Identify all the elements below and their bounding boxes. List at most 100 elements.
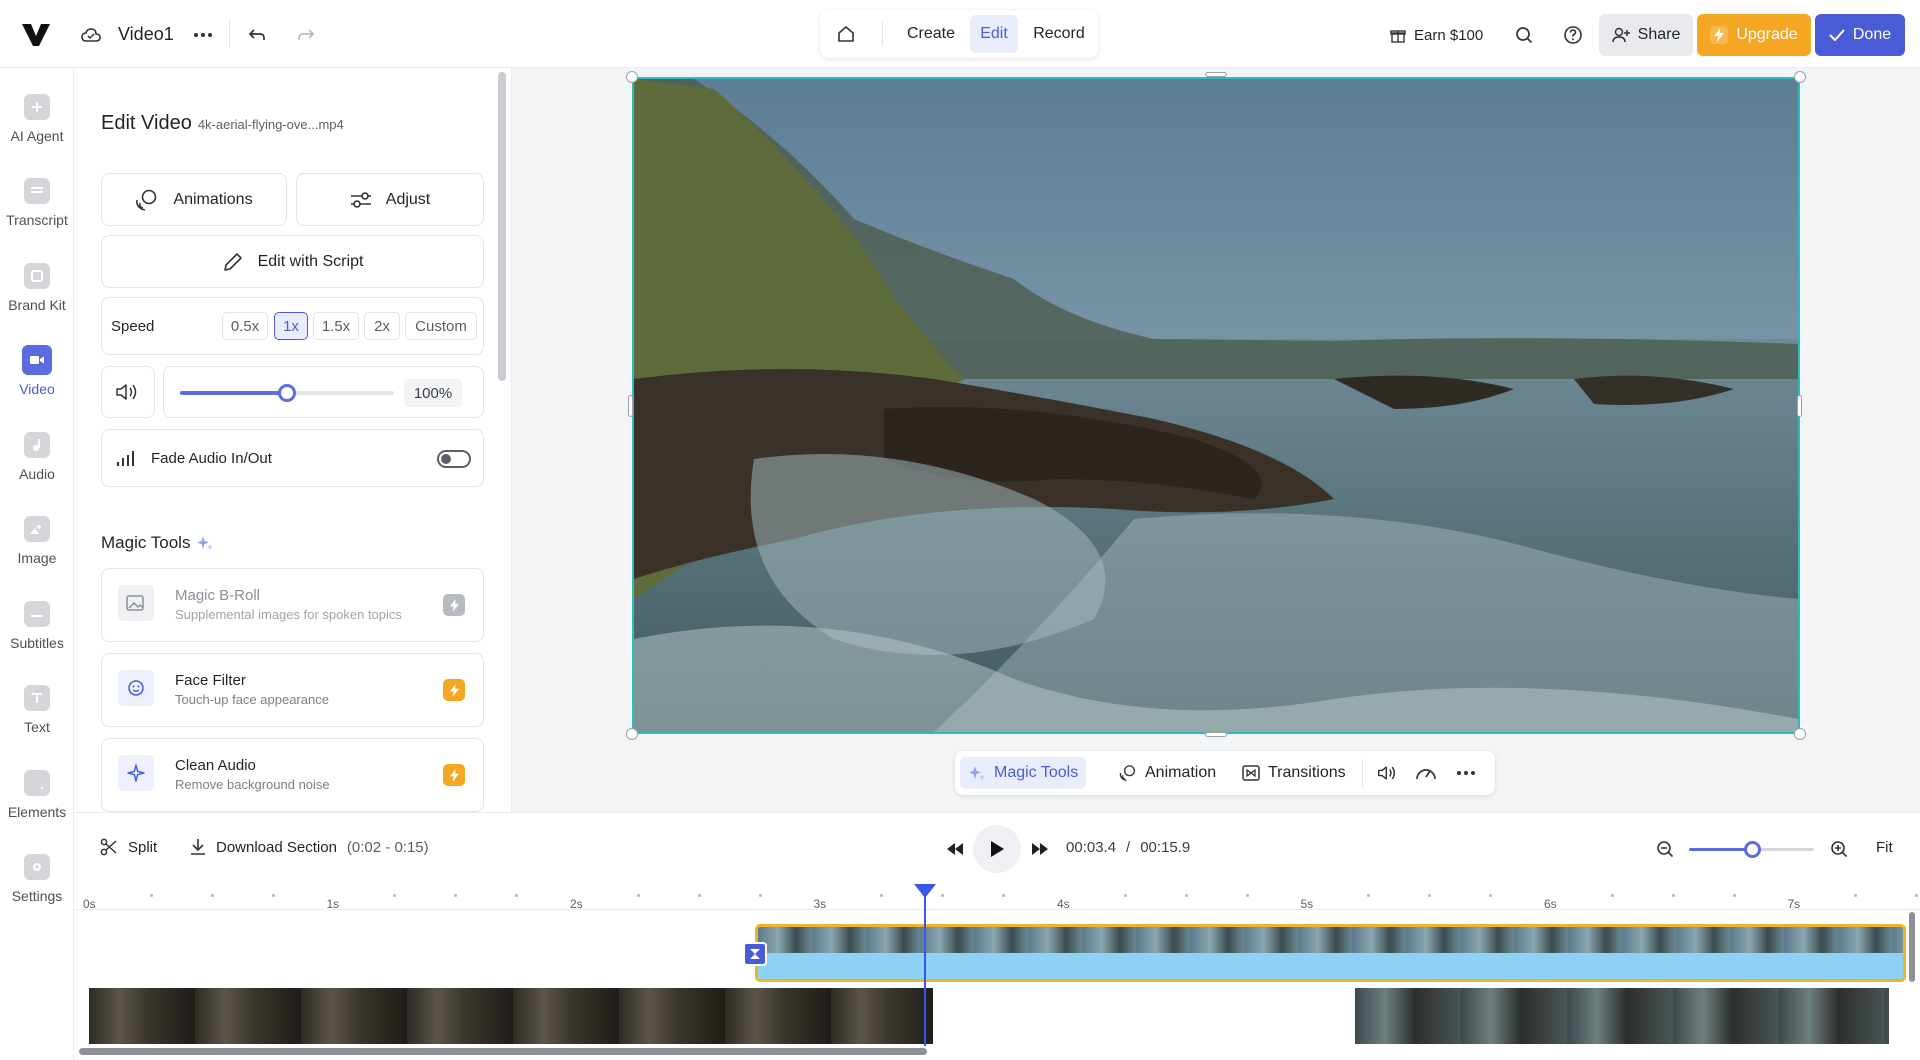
project-title[interactable]: Video1 <box>118 24 174 45</box>
gear-icon <box>24 854 50 880</box>
upgrade-button[interactable]: Upgrade <box>1697 14 1811 56</box>
ruler-tick <box>1184 894 1188 897</box>
playhead-handle[interactable] <box>914 884 936 898</box>
speed-label: Speed <box>111 318 155 335</box>
zoom-in-icon[interactable] <box>1828 838 1850 860</box>
rail-item-subtitles[interactable]: Subtitles <box>0 587 74 671</box>
rail-label: Image <box>17 550 57 566</box>
more-options-icon[interactable] <box>1449 757 1483 789</box>
zoom-out-icon[interactable] <box>1654 838 1676 860</box>
resize-handle-tl[interactable] <box>626 71 638 83</box>
video-clip-1[interactable] <box>89 988 933 1044</box>
animation-icon <box>1119 765 1136 782</box>
speed-option-2x[interactable]: 2x <box>364 312 400 340</box>
magic-tools-heading: Magic Tools <box>101 533 214 553</box>
resize-handle-tr[interactable] <box>1794 71 1806 83</box>
transition-marker-icon[interactable] <box>743 942 767 966</box>
volume-value[interactable]: 100% <box>404 379 462 407</box>
speed-option-custom[interactable]: Custom <box>405 312 477 340</box>
panel-scrollbar[interactable] <box>498 72 506 381</box>
volume-slider[interactable] <box>180 384 394 402</box>
rail-item-transcript[interactable]: Transcript <box>0 164 74 248</box>
playhead[interactable] <box>924 884 926 1046</box>
earn-link[interactable]: Earn $100 <box>1390 24 1483 46</box>
play-button[interactable] <box>973 825 1021 873</box>
rail-item-ai-agent[interactable]: AI Agent <box>0 80 74 164</box>
speed-option-1x[interactable]: 1x <box>274 312 308 340</box>
rail-item-video[interactable]: Video <box>0 333 74 417</box>
rail-item-text[interactable]: Text <box>0 671 74 755</box>
tool-clean-audio[interactable]: Clean Audio Remove background noise <box>101 738 484 812</box>
resize-handle-right[interactable] <box>1797 395 1802 417</box>
animation-button[interactable]: Animation <box>1111 757 1224 789</box>
magic-tools-button[interactable]: Magic Tools <box>960 757 1087 789</box>
edit-with-script-button[interactable]: Edit with Script <box>101 235 484 288</box>
help-icon[interactable] <box>1562 24 1584 46</box>
fit-button[interactable]: Fit <box>1876 839 1893 856</box>
tab-create[interactable]: Create <box>900 16 962 52</box>
resize-handle-top[interactable] <box>1205 72 1227 77</box>
tool-subtitle: Supplemental images for spoken topics <box>175 607 402 622</box>
bolt-icon <box>443 764 465 786</box>
adjust-button[interactable]: Adjust <box>296 173 484 226</box>
transitions-button[interactable]: Transitions <box>1234 757 1354 789</box>
video-clip-2[interactable] <box>1355 988 1889 1044</box>
volume-mute-button[interactable] <box>101 366 155 418</box>
animations-button[interactable]: Animations <box>101 173 287 226</box>
tool-face-filter[interactable]: Face Filter Touch-up face appearance <box>101 653 484 727</box>
rail-item-brand-kit[interactable]: Brand Kit <box>0 249 74 333</box>
volume-button[interactable] <box>1369 757 1407 789</box>
volume-slider-thumb[interactable] <box>278 384 296 402</box>
resize-handle-br[interactable] <box>1794 728 1806 740</box>
tool-magic-b-roll[interactable]: Magic B-Roll Supplemental images for spo… <box>101 568 484 642</box>
cloud-sync-icon[interactable] <box>80 24 102 46</box>
timeline-vertical-scrollbar[interactable] <box>1909 912 1915 982</box>
resize-handle-bottom[interactable] <box>1205 732 1227 737</box>
time-display: 00:03.4 / 00:15.9 <box>1066 839 1190 856</box>
download-section-button[interactable]: Download Section (0:02 - 0:15) <box>190 838 429 856</box>
rail-item-settings[interactable]: Settings <box>0 840 74 924</box>
video-preview[interactable] <box>632 77 1800 734</box>
ruler-line <box>74 909 1920 910</box>
ruler-tick <box>210 894 214 897</box>
tab-edit[interactable]: Edit <box>970 15 1018 53</box>
search-icon[interactable] <box>1513 24 1535 46</box>
split-button[interactable]: Split <box>100 838 157 856</box>
rail-label: Transcript <box>6 212 68 228</box>
ruler-tick <box>1123 894 1127 897</box>
home-icon[interactable] <box>834 22 858 46</box>
music-note-icon <box>24 432 50 458</box>
fade-toggle[interactable] <box>437 450 471 468</box>
done-button[interactable]: Done <box>1815 14 1905 56</box>
speaker-icon <box>116 384 137 400</box>
redo-icon[interactable] <box>295 24 317 46</box>
selected-video-clip[interactable] <box>755 924 1906 982</box>
rail-item-image[interactable]: Image <box>0 502 74 586</box>
speed-option-1.5x[interactable]: 1.5x <box>313 312 359 340</box>
resize-handle-bl[interactable] <box>626 728 638 740</box>
divider <box>1362 759 1363 787</box>
clip-thumbnails <box>758 927 1903 953</box>
app-logo[interactable] <box>20 20 52 48</box>
rail-item-audio[interactable]: Audio <box>0 418 74 502</box>
speed-button[interactable] <box>1407 757 1445 789</box>
rewind-icon[interactable] <box>944 838 966 860</box>
speed-option-0.5x[interactable]: 0.5x <box>222 312 268 340</box>
rail-item-elements[interactable]: Elements <box>0 756 74 840</box>
share-button[interactable]: Share <box>1599 14 1693 56</box>
tab-record[interactable]: Record <box>1028 16 1090 52</box>
more-options-icon[interactable] <box>192 24 214 46</box>
undo-icon[interactable] <box>246 24 268 46</box>
animation-label: Animation <box>1145 764 1217 781</box>
audio-bars-icon <box>117 451 134 466</box>
mode-switcher: Create Edit Record <box>820 10 1098 58</box>
speaker-icon <box>1377 766 1396 780</box>
zoom-slider[interactable] <box>1689 841 1814 858</box>
subtitles-icon <box>24 601 50 627</box>
fade-label: Fade Audio In/Out <box>151 450 272 467</box>
resize-handle-left[interactable] <box>628 395 633 417</box>
zoom-slider-thumb[interactable] <box>1743 841 1761 858</box>
fast-forward-icon[interactable] <box>1029 838 1051 860</box>
timeline-horizontal-scrollbar[interactable] <box>79 1048 927 1055</box>
sparkle-icon <box>969 766 985 780</box>
